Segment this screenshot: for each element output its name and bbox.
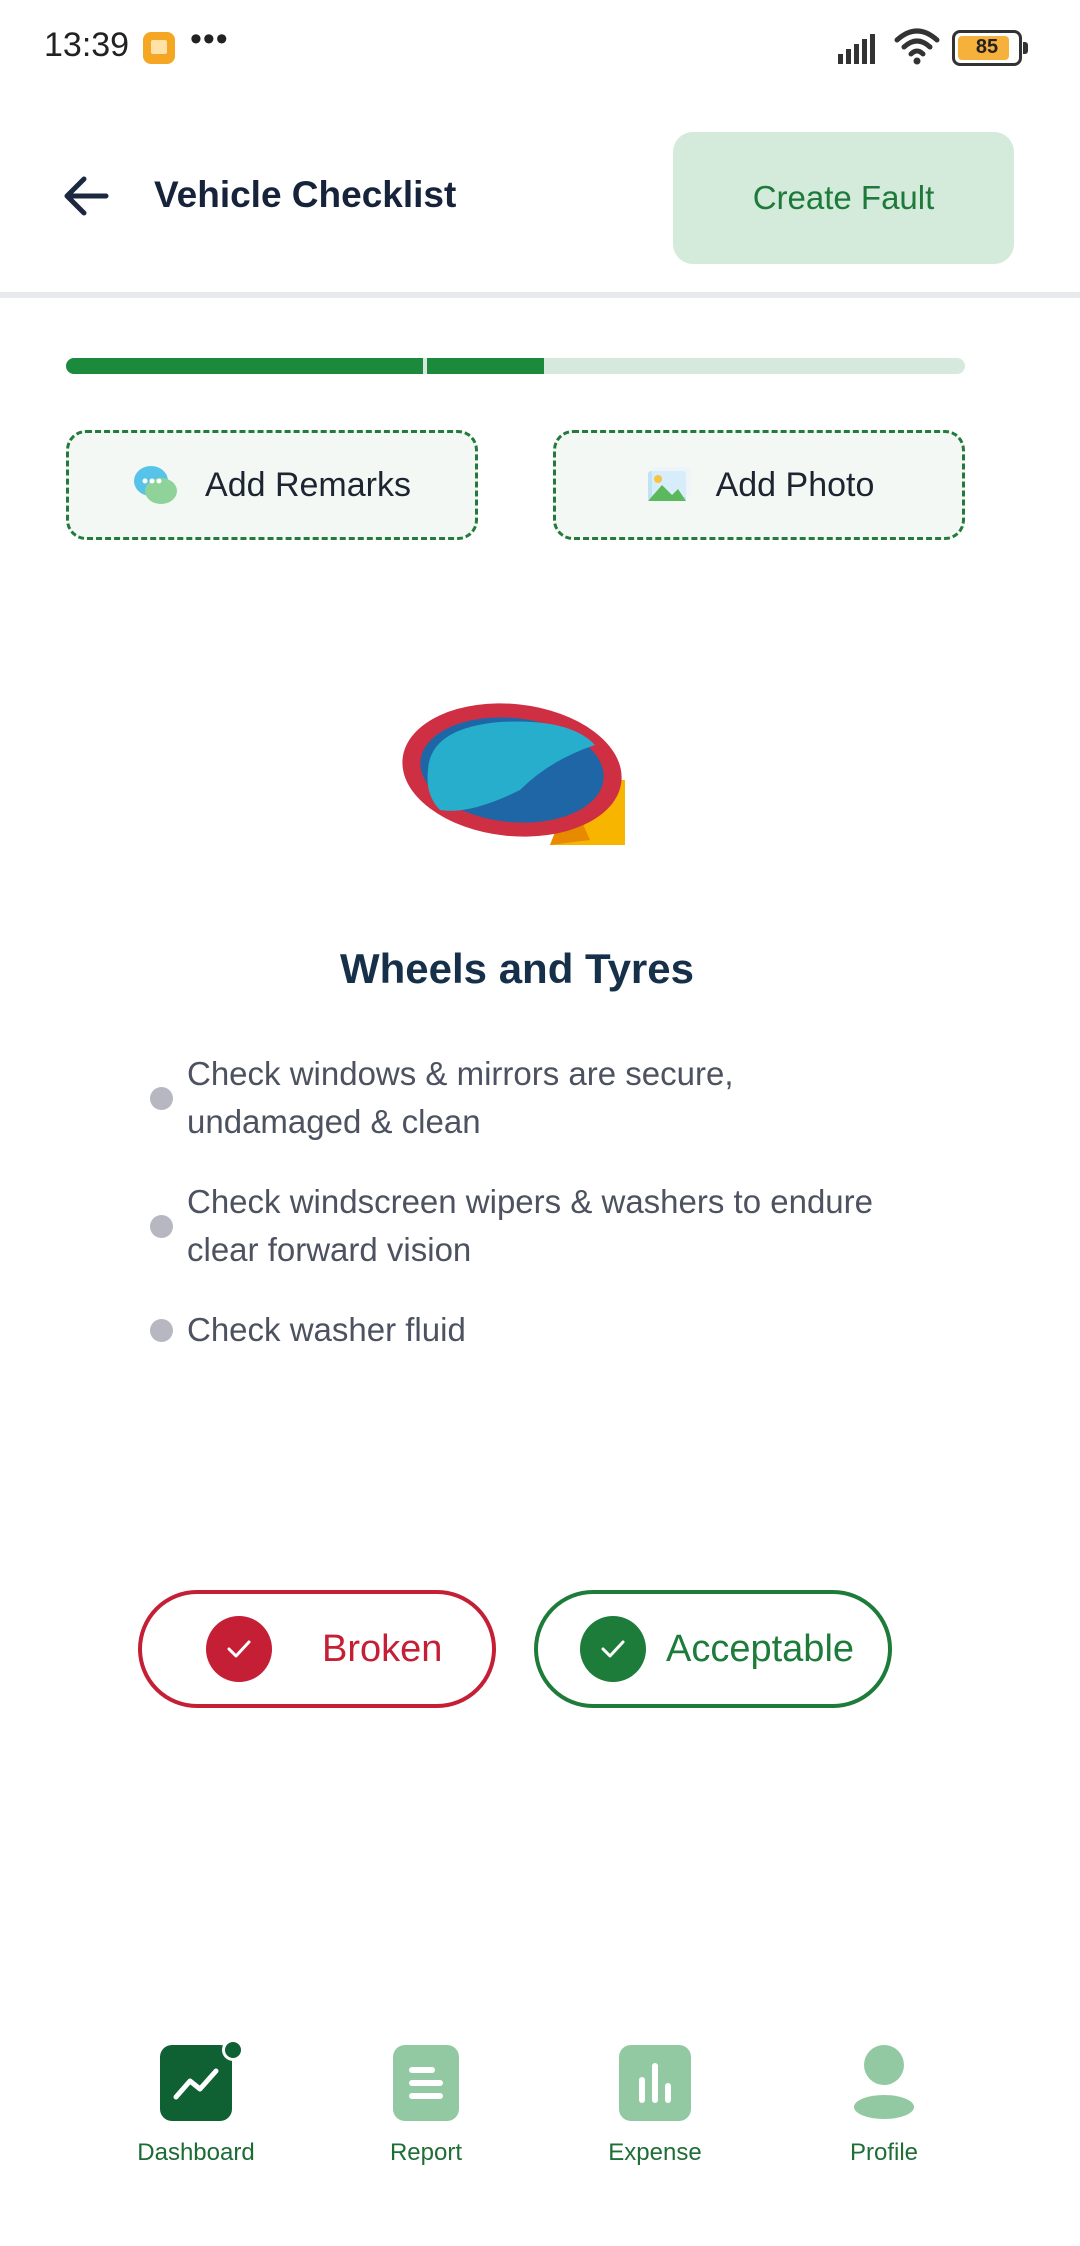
checklist-progress-bar [66, 358, 965, 374]
nav-label: Dashboard [137, 2139, 255, 2166]
signal-icon [838, 34, 875, 64]
back-arrow-icon[interactable] [50, 166, 124, 226]
page-title: Vehicle Checklist [154, 174, 457, 215]
checklist-item: Check windows & mirrors are secure, unda… [150, 1050, 910, 1146]
battery-level: 85 [975, 36, 999, 58]
bullet-icon [150, 1215, 173, 1238]
image-icon [647, 467, 690, 501]
checklist-item-text: Check windows & mirrors are secure, unda… [187, 1055, 734, 1140]
progress-segment-2 [427, 358, 544, 374]
battery-icon: 85 [952, 30, 1028, 66]
nav-label: Report [389, 2139, 463, 2166]
broken-label: Broken [322, 1627, 443, 1670]
nav-label: Profile [849, 2139, 919, 2166]
add-remarks-label: Add Remarks [205, 465, 411, 504]
app-header: Vehicle Checklist Create Fault [0, 96, 1080, 298]
status-time: 13:39 [44, 26, 130, 64]
profile-icon [848, 2045, 920, 2121]
check-icon [206, 1616, 272, 1682]
expense-bars-icon [619, 2045, 691, 2121]
wifi-icon [894, 28, 940, 65]
nav-item-report[interactable]: Report [336, 2045, 516, 2167]
add-photo-label: Add Photo [715, 465, 875, 504]
dashboard-chart-icon [160, 2039, 244, 2121]
section-title: Wheels and Tyres [339, 945, 694, 992]
add-remarks-button[interactable]: Add Remarks [66, 430, 478, 540]
broken-button[interactable]: Broken [138, 1590, 496, 1708]
nav-item-dashboard[interactable]: Dashboard [106, 2039, 286, 2167]
nav-item-expense[interactable]: Expense [565, 2045, 745, 2167]
nav-item-profile[interactable]: Profile [794, 2045, 974, 2167]
app-notification-icon [143, 32, 175, 64]
acceptable-button[interactable]: Acceptable [534, 1590, 892, 1708]
checklist-item-text: Check windscreen wipers & washers to end… [187, 1183, 873, 1268]
report-icon [393, 2045, 459, 2121]
chat-bubbles-icon [134, 466, 178, 504]
checklist-item: Check windscreen wipers & washers to end… [150, 1178, 910, 1274]
checklist-item-text: Check washer fluid [187, 1311, 466, 1348]
progress-segment-1 [66, 358, 423, 374]
checklist-item: Check washer fluid [150, 1306, 910, 1354]
more-notifications-icon: ••• [190, 20, 229, 58]
bullet-icon [150, 1087, 173, 1110]
acceptable-label: Acceptable [666, 1627, 855, 1670]
bullet-icon [150, 1319, 173, 1342]
checklist: Check windows & mirrors are secure, unda… [150, 1050, 910, 1386]
notification-dot [222, 2039, 244, 2061]
bottom-navigation: Dashboard Report Expense Profile [0, 2030, 1080, 2246]
nav-label: Expense [608, 2139, 702, 2166]
add-photo-button[interactable]: Add Photo [553, 430, 965, 540]
status-bar: 13:39 ••• 85 [0, 0, 1080, 96]
create-fault-button[interactable]: Create Fault [673, 132, 1014, 264]
check-icon [580, 1616, 646, 1682]
side-mirror-icon [402, 703, 625, 845]
